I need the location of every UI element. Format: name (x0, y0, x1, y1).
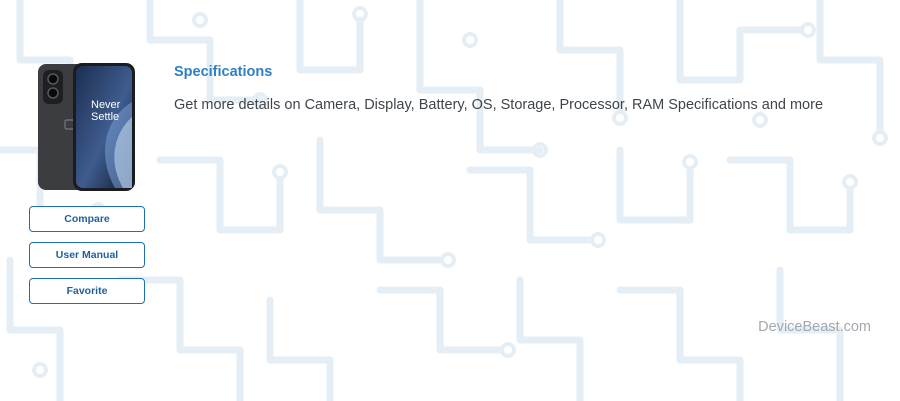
product-image: Never Settle (37, 62, 137, 192)
site-brand: DeviceBeast.com (758, 319, 871, 335)
specifications-description: Get more details on Camera, Display, Bat… (174, 97, 824, 113)
screen-text-line1: Never (91, 99, 121, 111)
circuit-background-pattern (0, 0, 888, 401)
favorite-button[interactable]: Favorite (29, 278, 145, 304)
specifications-heading: Specifications (174, 64, 273, 80)
phone-icon: Never Settle (38, 63, 135, 191)
compare-button[interactable]: Compare (29, 206, 145, 232)
screen-text-line2: Settle (91, 111, 119, 123)
user-manual-button[interactable]: User Manual (29, 242, 145, 268)
